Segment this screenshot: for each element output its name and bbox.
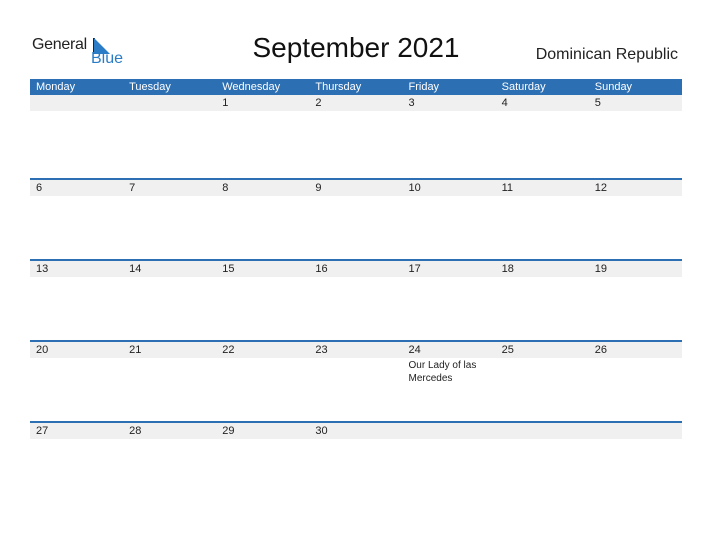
day-number: 12 bbox=[594, 182, 607, 194]
weekday-tuesday: Tuesday bbox=[129, 81, 171, 93]
day-number: 23 bbox=[315, 344, 328, 356]
day-cell: 3 bbox=[403, 95, 496, 111]
day-cell: 6 bbox=[30, 180, 123, 196]
day-number: 13 bbox=[36, 263, 49, 275]
weekday-sunday: Sunday bbox=[594, 81, 633, 93]
day-cell: 9 bbox=[309, 180, 402, 196]
day-number: 18 bbox=[501, 263, 514, 275]
day-cell: 30 bbox=[309, 423, 402, 439]
day-number: 19 bbox=[594, 263, 607, 275]
day-number: 10 bbox=[408, 182, 421, 194]
day-number: 22 bbox=[222, 344, 235, 356]
holiday-event: Our Lady of las Mercedes bbox=[408, 360, 477, 384]
day-cell: 16 bbox=[309, 261, 402, 277]
day-number: 1 bbox=[222, 97, 229, 109]
day-cell: 7 bbox=[123, 180, 216, 196]
day-cell: 22 bbox=[216, 342, 309, 385]
day-cell: 18 bbox=[496, 261, 589, 277]
day-cell: 10 bbox=[403, 180, 496, 196]
day-number: 2 bbox=[315, 97, 322, 109]
day-cell: 14 bbox=[123, 261, 216, 277]
week-row: 6 7 8 9 10 11 12 bbox=[30, 178, 682, 259]
day-number: 6 bbox=[36, 182, 43, 194]
day-cell: 15 bbox=[216, 261, 309, 277]
day-number: 3 bbox=[408, 97, 415, 109]
day-number: 7 bbox=[129, 182, 136, 194]
day-cell: 5 bbox=[589, 95, 682, 111]
day-cell: 21 bbox=[123, 342, 216, 385]
day-number: 15 bbox=[222, 263, 235, 275]
weekday-monday: Monday bbox=[36, 81, 76, 93]
week-row: 27 28 29 30 bbox=[30, 421, 682, 502]
day-number: 20 bbox=[36, 344, 49, 356]
day-number: 26 bbox=[594, 344, 607, 356]
day-number: 21 bbox=[129, 344, 142, 356]
day-cell: 2 bbox=[309, 95, 402, 111]
day-cell: 25 bbox=[496, 342, 589, 385]
day-cell: 13 bbox=[30, 261, 123, 277]
day-number: 5 bbox=[594, 97, 601, 109]
day-cell: 1 bbox=[216, 95, 309, 111]
day-cell: 17 bbox=[403, 261, 496, 277]
day-cell bbox=[496, 423, 589, 439]
day-number: 30 bbox=[315, 425, 328, 437]
week-row: 1 2 3 4 5 bbox=[30, 95, 682, 178]
day-number: 28 bbox=[129, 425, 142, 437]
weekday-header: Monday Tuesday Wednesday Thursday Friday… bbox=[30, 79, 682, 95]
day-cell bbox=[30, 95, 123, 111]
weekday-thursday: Thursday bbox=[315, 81, 362, 93]
day-cell: 8 bbox=[216, 180, 309, 196]
day-number: 25 bbox=[501, 344, 514, 356]
day-number: 11 bbox=[501, 182, 514, 194]
day-cell: 4 bbox=[496, 95, 589, 111]
day-cell bbox=[123, 95, 216, 111]
day-cell bbox=[589, 423, 682, 439]
weekday-friday: Friday bbox=[408, 81, 440, 93]
day-cell: 19 bbox=[589, 261, 682, 277]
weekday-saturday: Saturday bbox=[501, 81, 546, 93]
day-number: 9 bbox=[315, 182, 322, 194]
day-cell bbox=[403, 423, 496, 439]
day-cell: 28 bbox=[123, 423, 216, 439]
day-number: 14 bbox=[129, 263, 142, 275]
country-label: Dominican Republic bbox=[535, 46, 678, 63]
day-cell: 12 bbox=[589, 180, 682, 196]
week-row: 20 21 22 23 24 Our Lady of las Mercedes 25 26 bbox=[30, 340, 682, 421]
day-number: 4 bbox=[501, 97, 508, 109]
day-cell: 29 bbox=[216, 423, 309, 439]
day-cell: 23 bbox=[309, 342, 402, 385]
calendar-grid: Monday Tuesday Wednesday Thursday Friday… bbox=[30, 79, 682, 502]
day-number: 17 bbox=[408, 263, 421, 275]
day-number: 24 bbox=[408, 344, 421, 356]
day-cell: 24 Our Lady of las Mercedes bbox=[403, 342, 496, 385]
day-number: 27 bbox=[36, 425, 49, 437]
day-cell: 27 bbox=[30, 423, 123, 439]
day-cell: 26 bbox=[589, 342, 682, 385]
day-cell: 11 bbox=[496, 180, 589, 196]
week-row: 13 14 15 16 17 18 19 bbox=[30, 259, 682, 340]
day-number: 16 bbox=[315, 263, 328, 275]
day-number: 29 bbox=[222, 425, 235, 437]
day-number: 8 bbox=[222, 182, 229, 194]
weekday-wednesday: Wednesday bbox=[222, 81, 281, 93]
day-cell: 20 bbox=[30, 342, 123, 385]
